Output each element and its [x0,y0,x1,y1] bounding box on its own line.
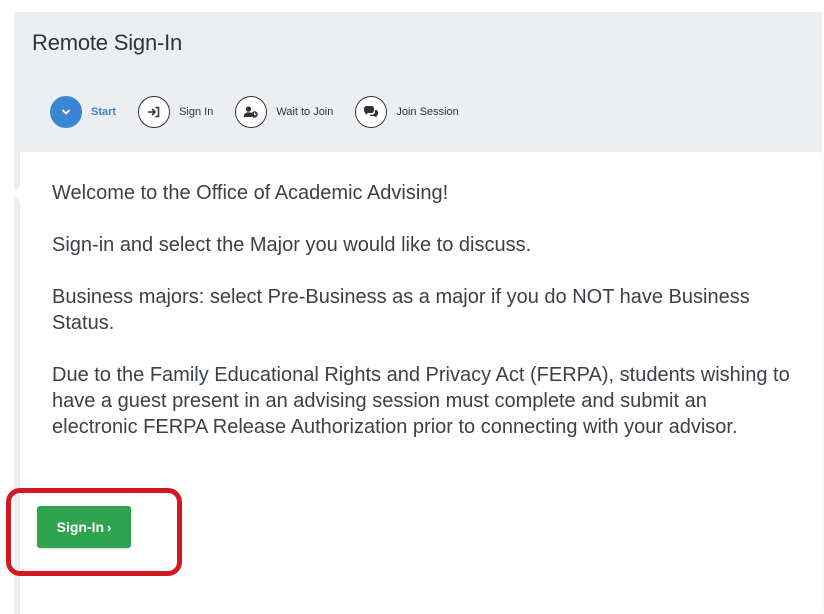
card-pointer [12,186,20,202]
chevron-down-icon [50,96,82,128]
step-sign-in[interactable]: Sign In [138,96,213,128]
step-label: Wait to Join [276,106,334,118]
step-wait-to-join[interactable]: Wait to Join [235,96,333,128]
instructions-text: Sign-in and select the Major you would l… [52,234,532,256]
step-label: Start [91,106,117,118]
chevron-right-icon: › [107,519,112,535]
chat-icon [355,96,388,128]
user-clock-icon [235,96,268,128]
sign-in-button[interactable]: Sign-In › [37,506,131,548]
step-start[interactable]: Start [50,96,116,128]
step-label: Join Session [396,106,459,118]
sign-in-icon [138,96,171,128]
step-join-session[interactable]: Join Session [355,96,459,128]
card-content: Welcome to the Office of Academic Advisi… [52,180,792,466]
content-card: Welcome to the Office of Academic Advisi… [12,152,822,614]
welcome-text: Welcome to the Office of Academic Advisi… [52,182,449,204]
sign-in-button-label: Sign-In [56,519,105,535]
progress-steps: Start Sign In Wait to Join Join Session [50,94,481,130]
step-label: Sign In [179,106,214,118]
remote-signin-panel: Remote Sign-In Start Sign In Wait to Joi… [12,12,822,614]
page-title: Remote Sign-In [32,30,183,55]
ferpa-note-text: Due to the Family Educational Rights and… [52,364,790,438]
business-note-text: Business majors: select Pre-Business as … [52,286,750,334]
